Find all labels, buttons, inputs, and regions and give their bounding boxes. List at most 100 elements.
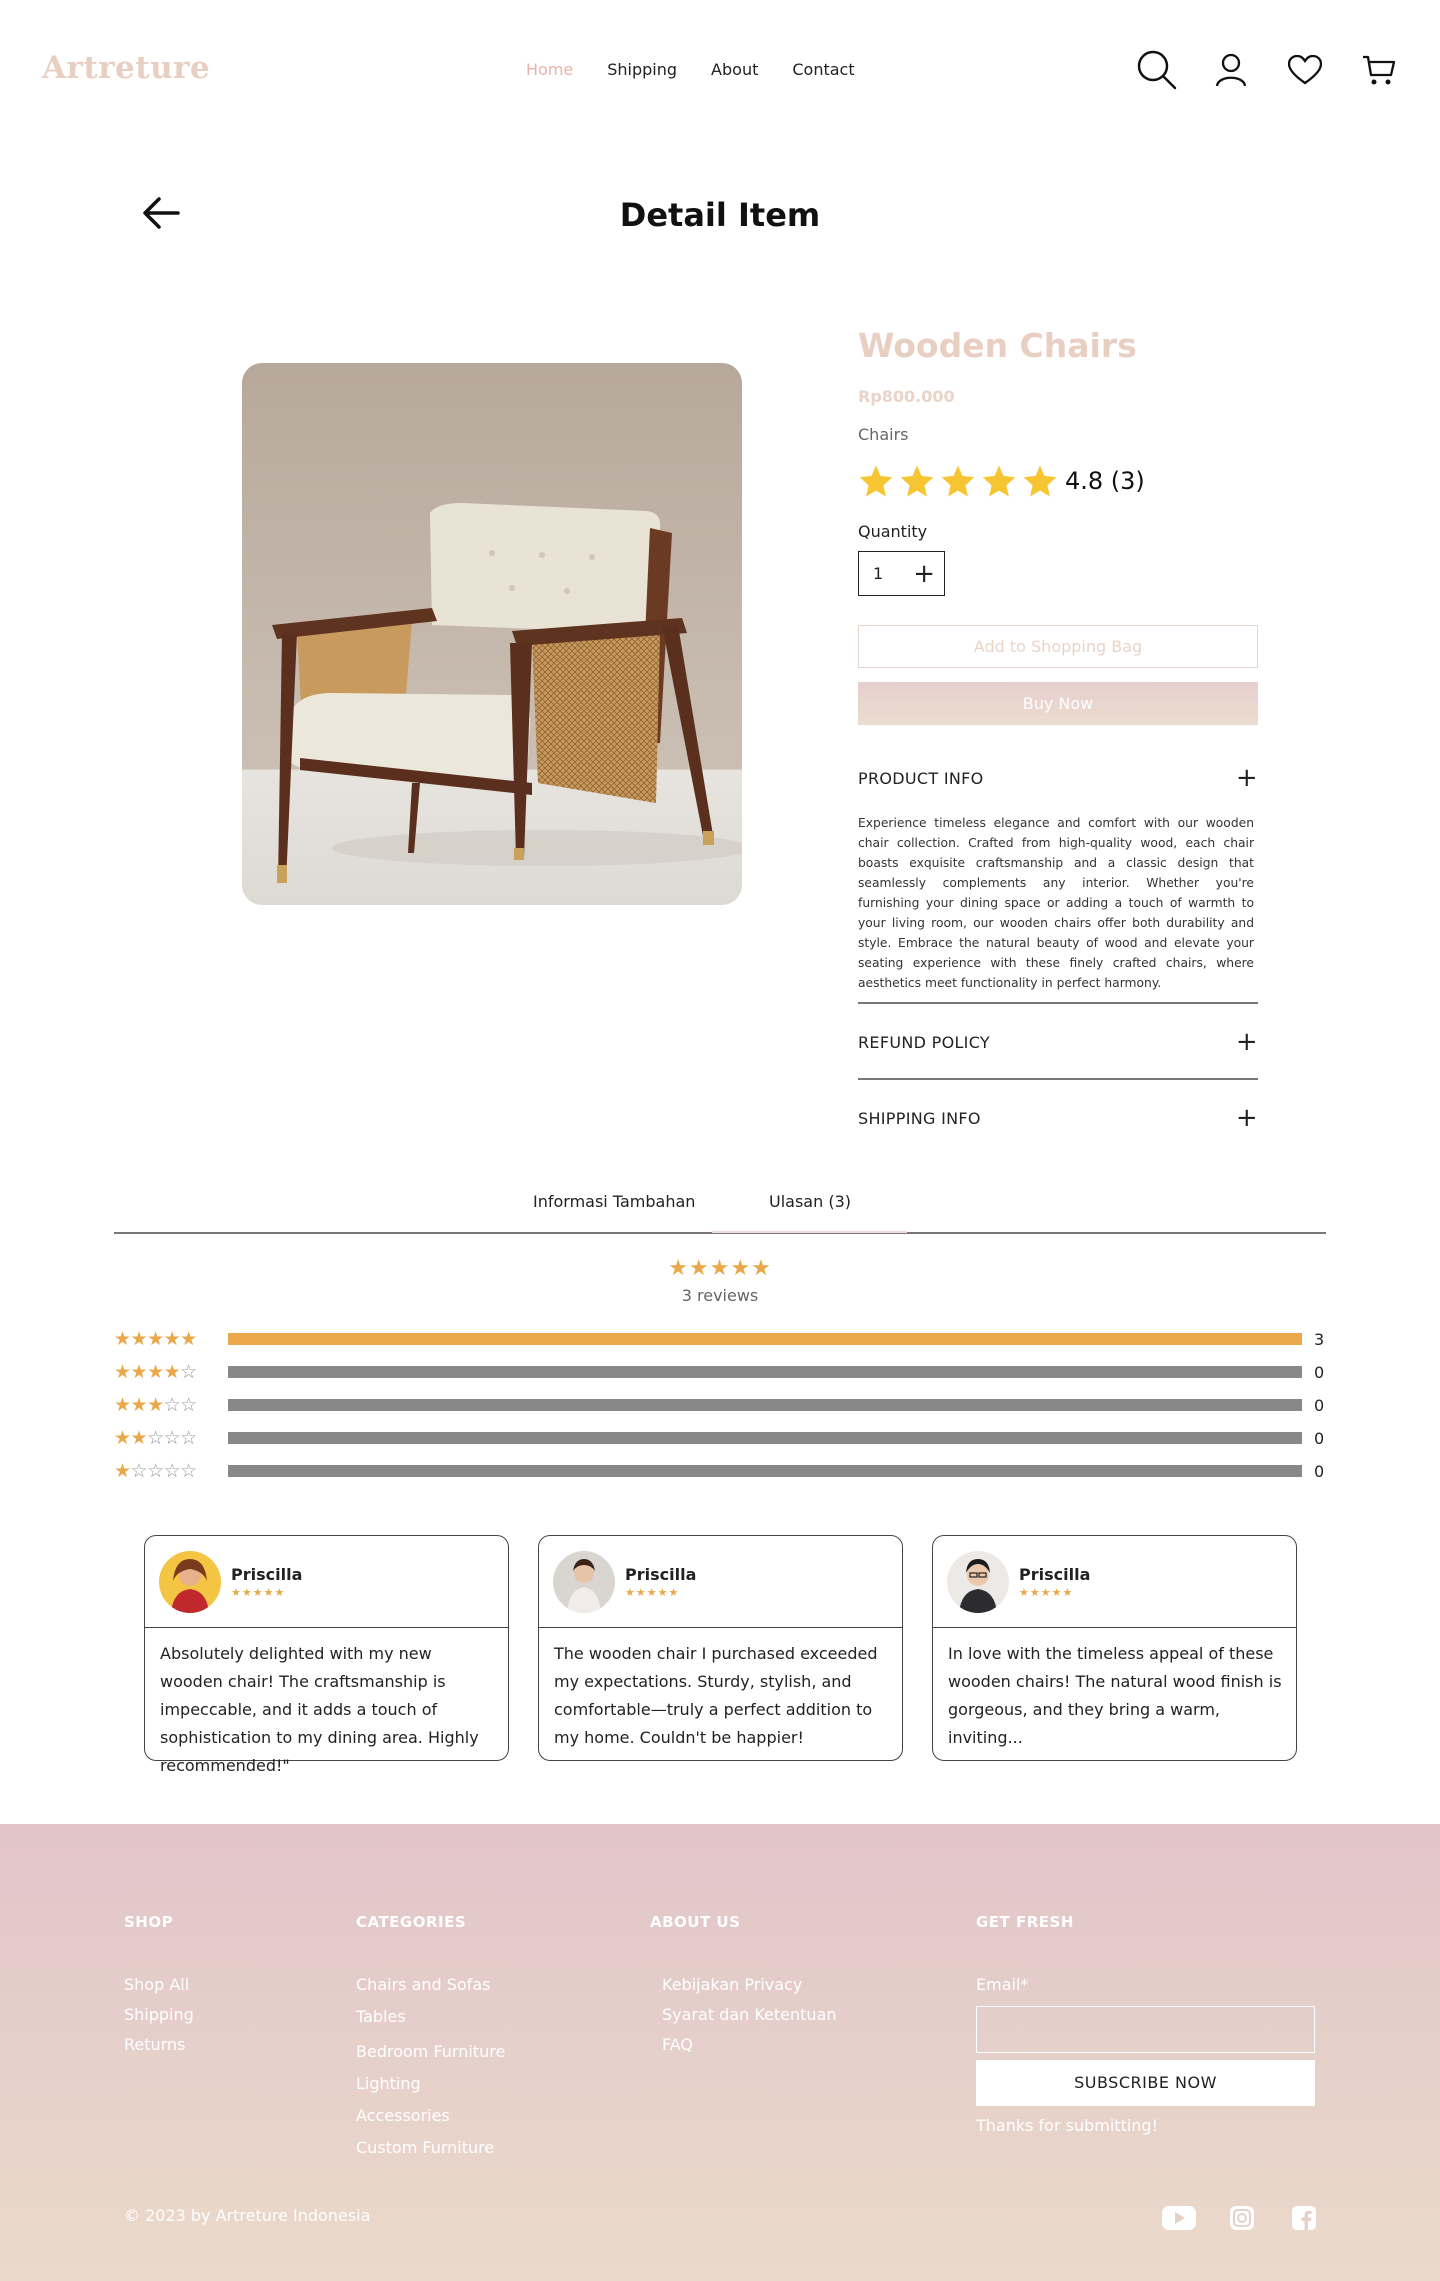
email-field[interactable] (976, 2006, 1315, 2053)
review-count: 3 reviews (681, 1286, 759, 1305)
footer-link[interactable]: Shop All (124, 1975, 189, 1994)
accordion-refund-policy[interactable]: REFUND POLICY + (858, 1029, 1258, 1055)
rating-bar-track (228, 1465, 1302, 1477)
star-icon (900, 465, 934, 497)
review-text: In love with the timeless appeal of thes… (948, 1644, 1282, 1747)
rating-bar-count: 0 (1314, 1461, 1325, 1481)
nav-contact[interactable]: Contact (792, 60, 854, 79)
avatar (947, 1550, 1009, 1613)
tab-ulasan[interactable]: Ulasan (3) (769, 1192, 851, 1211)
footer-link[interactable]: FAQ (662, 2035, 693, 2054)
review-text: Absolutely delighted with my new wooden … (160, 1644, 479, 1775)
product-description: Experience timeless elegance and comfort… (858, 816, 1254, 990)
rating-bar-fill (228, 1333, 1302, 1345)
review-header: Priscilla ★★★★★ (539, 1536, 902, 1628)
rating-bar-count: 0 (1314, 1362, 1325, 1382)
search-icon[interactable] (1136, 49, 1178, 91)
page-title: Detail Item (619, 196, 821, 234)
review-header: Priscilla ★★★★★ (933, 1536, 1296, 1628)
star-icon (982, 465, 1016, 497)
buy-now-button[interactable]: Buy Now (858, 682, 1258, 725)
reviewer-name: Priscilla (1019, 1564, 1091, 1584)
instagram-icon[interactable] (1230, 2206, 1254, 2230)
footer-link[interactable]: Tables (356, 2007, 406, 2026)
tab-active-indicator (712, 1231, 907, 1233)
star-icon (1023, 465, 1057, 497)
product-rating: 4.8 (3) (858, 464, 1145, 498)
facebook-icon[interactable] (1292, 2206, 1316, 2230)
rating-bar-stars: ★★★☆☆ (114, 1394, 197, 1416)
add-to-bag-button[interactable]: Add to Shopping Bag (858, 625, 1258, 668)
accordion-title: SHIPPING INFO (858, 1108, 981, 1128)
rating-bar-row: ★★★★★ 3 (114, 1328, 1326, 1350)
star-icon (859, 465, 893, 497)
plus-icon[interactable]: + (1236, 765, 1258, 791)
quantity-stepper[interactable]: 1 + (858, 551, 945, 596)
rating-text: 4.8 (3) (1065, 467, 1145, 495)
footer-link[interactable]: Lighting (356, 2074, 421, 2093)
rating-bar-row: ★☆☆☆☆ 0 (114, 1460, 1326, 1482)
plus-icon[interactable]: + (1236, 1029, 1258, 1055)
reviewer-name: Priscilla (625, 1564, 697, 1584)
rating-bar-stars: ★★☆☆☆ (114, 1427, 197, 1449)
footer-fresh-title: GET FRESH (976, 1913, 1074, 1931)
plus-icon[interactable]: + (913, 561, 935, 587)
rating-bar-count: 3 (1314, 1329, 1325, 1349)
heart-icon[interactable] (1288, 55, 1322, 85)
footer-link[interactable]: Chairs and Sofas (356, 1975, 490, 1994)
rating-bar-count: 0 (1314, 1395, 1325, 1415)
product-price: Rp800.000 (858, 387, 955, 406)
rating-bar-stars: ★☆☆☆☆ (114, 1460, 197, 1482)
accordion-shipping-info[interactable]: SHIPPING INFO + (858, 1105, 1258, 1131)
subscribe-button[interactable]: SUBSCRIBE NOW (976, 2060, 1315, 2106)
user-icon[interactable] (1215, 53, 1247, 87)
review-card: Priscilla ★★★★★ In love with the timeles… (932, 1535, 1297, 1761)
accordion-product-info[interactable]: PRODUCT INFO + (858, 765, 1258, 791)
thanks-message: Thanks for submitting! (976, 2116, 1158, 2135)
rating-bar-row: ★★☆☆☆ 0 (114, 1427, 1326, 1449)
divider (858, 1078, 1258, 1080)
review-stars: ★★★★★ (625, 1585, 680, 1599)
product-name: Wooden Chairs (858, 326, 1137, 365)
footer-link[interactable]: Bedroom Furniture (356, 2042, 505, 2061)
rating-bar-stars: ★★★★☆ (114, 1361, 197, 1383)
footer-link[interactable]: Shipping (124, 2005, 194, 2024)
copyright: © 2023 by Artreture Indonesia (124, 2206, 371, 2225)
footer-shop-title: SHOP (124, 1913, 174, 1931)
divider (858, 1002, 1258, 1004)
product-category[interactable]: Chairs (858, 425, 908, 444)
review-text: The wooden chair I purchased exceeded my… (554, 1644, 878, 1747)
rating-bar-stars: ★★★★★ (114, 1328, 197, 1350)
plus-icon[interactable]: + (1236, 1105, 1258, 1131)
quantity-value[interactable]: 1 (873, 564, 883, 583)
review-stars: ★★★★★ (231, 1585, 286, 1599)
footer-categories-title: CATEGORIES (356, 1913, 467, 1931)
footer-link[interactable]: Returns (124, 2035, 185, 2054)
footer-link[interactable]: Accessories (356, 2106, 450, 2125)
footer-link[interactable]: Custom Furniture (356, 2138, 494, 2157)
avatar (553, 1550, 615, 1613)
footer-link[interactable]: Kebijakan Privacy (662, 1975, 802, 1994)
avatar (159, 1550, 221, 1613)
nav-shipping[interactable]: Shipping (607, 60, 677, 79)
nav-about[interactable]: About (711, 60, 758, 79)
review-header: Priscilla ★★★★★ (145, 1536, 508, 1628)
cart-icon[interactable] (1362, 55, 1396, 87)
youtube-icon[interactable] (1162, 2206, 1196, 2230)
footer-link[interactable]: Syarat dan Ketentuan (662, 2005, 837, 2024)
nav-home[interactable]: Home (526, 60, 573, 79)
footer-about-title: ABOUT US (650, 1913, 741, 1931)
email-label: Email* (976, 1975, 1029, 1994)
logo[interactable]: Artreture (42, 50, 210, 86)
reviewer-info: Priscilla ★★★★★ (231, 1565, 302, 1599)
rating-bar-count: 0 (1314, 1428, 1325, 1448)
review-card: Priscilla ★★★★★ The wooden chair I purch… (538, 1535, 903, 1761)
reviewer-info: Priscilla ★★★★★ (1019, 1565, 1090, 1599)
accordion-title: REFUND POLICY (858, 1032, 990, 1052)
star-icon (941, 465, 975, 497)
rating-bar-track (228, 1432, 1302, 1444)
reviewer-name: Priscilla (231, 1564, 303, 1584)
reviewer-info: Priscilla ★★★★★ (625, 1565, 696, 1599)
tab-informasi-tambahan[interactable]: Informasi Tambahan (533, 1192, 695, 1211)
review-card: Priscilla ★★★★★ Absolutely delighted wit… (144, 1535, 509, 1775)
